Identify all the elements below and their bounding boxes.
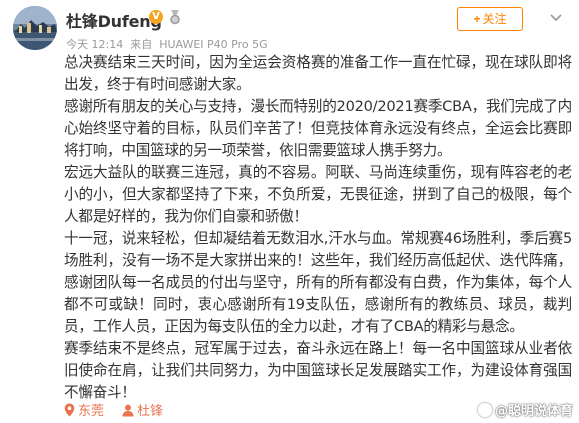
post-time[interactable]: 今天 12:14 [66,38,123,51]
username[interactable]: 杜锋Dufeng [66,8,162,32]
avatar-photo [13,6,57,50]
watermark-text: @聪明说体育 [494,404,573,419]
post-content: 总决赛结束三天时间，因为全运会资格赛的准备工作一直在忙碌，现在球队即将出发，终于… [64,52,572,404]
post-paragraph: 赛季结束不是终点，冠军属于过去，奋斗永远在路上！每一名中国篮球从业者依旧使命在肩… [64,340,572,401]
user-icon [122,404,134,417]
mention-link[interactable]: 杜锋 [137,404,163,419]
follow-label: 关注 [482,12,507,26]
post-paragraph: 十一冠，说来轻松，但却凝结着无数泪水,汗水与血。常规赛46场胜利，季后赛5场胜利… [64,230,572,335]
source-prefix: 来自 [130,38,153,51]
follow-button[interactable]: + 关注 [457,7,523,31]
avatar[interactable] [13,6,57,50]
chevron-down-icon[interactable] [549,13,563,23]
verified-badge-icon: V [149,10,163,24]
post-paragraph: 宏远大益队的联赛三连冠，真的不容易。阿联、马尚连续重伤，现有阵容老的老小的小，但… [64,164,572,225]
location-link[interactable]: 东莞 [78,404,104,419]
post-meta: 今天 12:14 来自 HUAWEI P40 Pro 5G [66,36,275,52]
medal-icon [170,10,180,25]
post-footer: 东莞 杜锋 [64,400,163,419]
watermark-logo-icon [477,403,492,417]
watermark: @聪明说体育 [477,400,573,419]
location-pin-icon [64,403,75,417]
post-paragraph: 总决赛结束三天时间，因为全运会资格赛的准备工作一直在忙碌，现在球队即将出发，终于… [64,54,572,93]
plus-icon: + [473,12,481,26]
source-device: HUAWEI P40 Pro 5G [159,38,268,51]
post-paragraph: 感谢所有朋友的关心与支持，漫长而特别的2020/2021赛季CBA，我们完成了内… [64,98,573,159]
